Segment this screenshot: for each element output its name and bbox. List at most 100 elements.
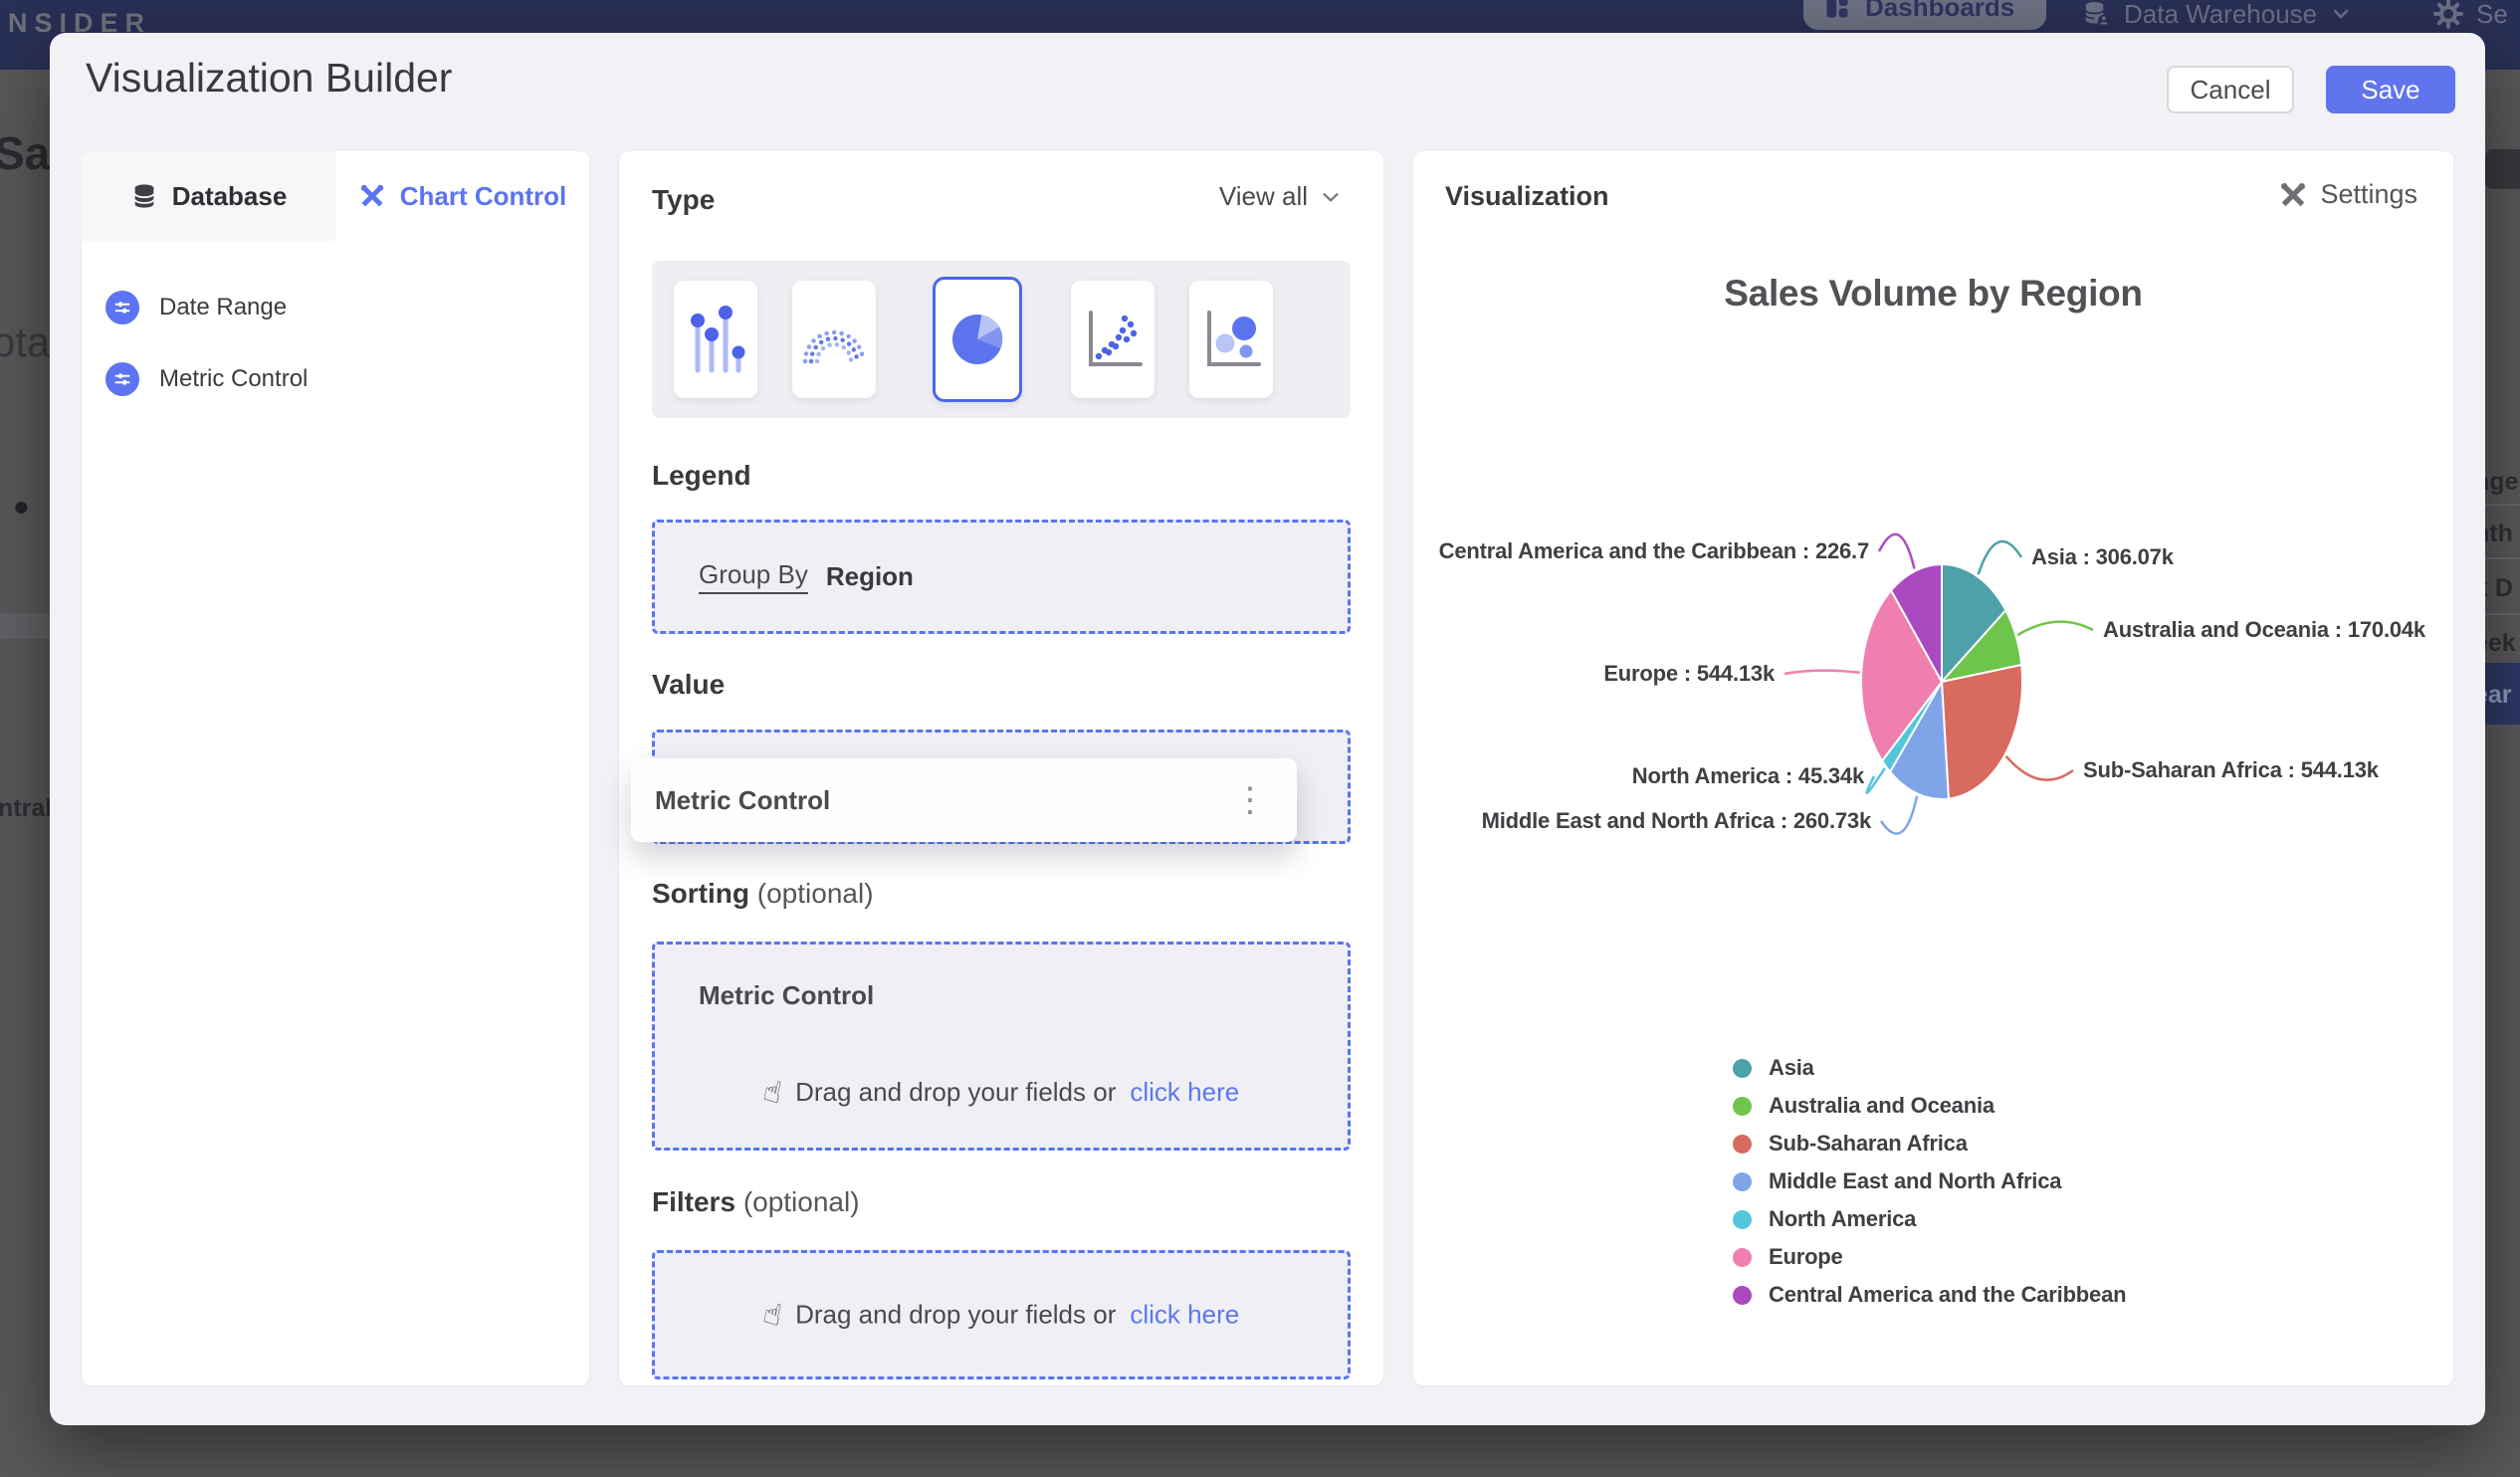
scatter-chart-icon [1089,311,1143,366]
gear-icon [2432,0,2464,30]
pie-leader-line [1879,795,1919,835]
nav-settings-label: Se [2476,0,2508,29]
sorting-drop-zone[interactable]: Metric Control ☝ Drag and drop your fiel… [652,942,1351,1151]
sorting-optional-label: (optional) [756,878,874,909]
pie-slice-2[interactable] [1940,663,2024,800]
save-button[interactable]: Save [2326,66,2455,113]
nav-data-warehouse[interactable]: Data Warehouse [2082,0,2353,34]
pie-leader-line [1977,539,2023,575]
legend-row[interactable]: Middle East and North Africa [1733,1162,2126,1200]
legend-row[interactable]: Sub-Saharan Africa [1733,1125,2126,1162]
sidebar-item-metric-control[interactable]: Metric Control [105,362,308,396]
chart-type-lollipop[interactable] [674,281,757,398]
pie-callout-label: Sub-Saharan Africa : 544.13k [2083,757,2379,782]
pie-leader-line [1784,669,1860,676]
pie-callout-label: Middle East and North Africa : 260.73k [1481,808,1872,833]
dashboard-grid-icon [1826,0,1848,18]
legend-dot-icon [1733,1171,1752,1191]
warehouse-database-icon [2084,2,2110,26]
legend-row[interactable]: Europe [1733,1238,2126,1276]
modal-title: Visualization Builder [86,55,453,101]
filters-drop-zone[interactable]: ☝ Drag and drop your fields or click her… [652,1250,1351,1379]
legend-dot-icon [1733,1134,1752,1154]
pie-chart-icon [952,315,1003,364]
legend-dot-icon [1733,1096,1752,1116]
chart-type-scatter[interactable] [1071,281,1155,398]
click-here-link[interactable]: click here [1130,1077,1239,1108]
chart-legend: Asia Australia and Oceania Sub-Saharan Afr… [1733,1049,2127,1314]
legend-dot-icon [1733,1285,1752,1305]
drop-hint-text: Drag and drop your fields or [795,1299,1117,1330]
visualization-panel: Visualization Settings Sales Volume by R… [1413,151,2453,1385]
chart-type-pie[interactable] [933,277,1022,402]
sliders-icon [105,362,139,396]
tab-chart-control-label: Chart Control [399,180,567,211]
chart-type-bubble[interactable] [1189,281,1273,398]
legend-label: North America [1769,1206,1917,1231]
filters-optional-label: (optional) [742,1186,860,1217]
legend-drop-zone[interactable]: Group By Region [652,520,1351,634]
dragged-field-chip[interactable]: Metric Control ⋮ [631,758,1297,842]
sliders-icon [105,291,139,324]
chart-type-arc-dots[interactable] [792,281,876,398]
nav-data-warehouse-label: Data Warehouse [2124,0,2318,29]
click-here-link[interactable]: click here [1130,1300,1239,1331]
pie-callout-label: Australia and Oceania : 170.04k [2103,617,2425,642]
legend-dot-icon [1733,1209,1752,1229]
tools-icon [360,184,383,207]
group-by-value: Region [825,561,914,591]
tab-database-label: Database [171,180,288,211]
pie-callout-label: Europe : 544.13k [1603,661,1775,686]
legend-row[interactable]: Australia and Oceania [1733,1087,2126,1125]
dragged-field-label: Metric Control [655,784,831,815]
legend-label: Central America and the Caribbean [1769,1282,2127,1307]
pie-callout-label: North America : 45.34k [1631,763,1864,788]
legend-row[interactable]: Central America and the Caribbean [1733,1276,2127,1314]
nav-settings[interactable]: Se [2432,0,2508,34]
pie-leader-line [2004,754,2074,781]
visualization-builder-modal: Visualization Builder Cancel Save Databa… [50,33,2485,1425]
legend-dot-icon [1733,1058,1752,1078]
pie-leader-line [1865,767,1886,794]
view-all-button[interactable]: View all [1219,181,1344,212]
cancel-button[interactable]: Cancel [2167,66,2294,113]
pie-callout-label: Central America and the Caribbean : 226.… [1438,538,1870,563]
value-drop-zone[interactable]: Metric Control ⋮ Metric Control ⋮ [631,730,1351,844]
group-by-label[interactable]: Group By [699,559,808,594]
sorting-heading-label: Sorting [652,878,749,909]
sorting-heading: Sorting (optional) [652,878,874,910]
chevron-down-icon [2333,9,2349,19]
builder-panel: Type View all Legend Group By Region Val… [619,151,1383,1385]
legend-label: Sub-Saharan Africa [1769,1131,1968,1156]
view-all-label: View all [1218,181,1308,211]
nav-dashboards[interactable]: Dashboards [1803,0,2046,30]
sidebar-item-label: Date Range [159,294,288,320]
tap-hand-icon: ☝ [759,1295,785,1335]
kebab-menu-icon[interactable]: ⋮ [1233,783,1267,817]
legend-label: Asia [1769,1055,1814,1080]
legend-row[interactable]: Asia [1733,1049,2126,1087]
tab-database[interactable]: Database [82,151,335,241]
tap-hand-icon: ☝ [759,1073,785,1112]
legend-heading: Legend [652,460,751,491]
legend-label: Middle East and North Africa [1769,1168,2062,1193]
dimmed-text-fragment: ntral [0,794,53,822]
legend-dot-icon [1733,1247,1752,1267]
arc-dots-chart-icon [802,329,866,364]
tab-chart-control[interactable]: Chart Control [335,151,589,241]
pie-leader-line [1877,532,1916,569]
value-heading: Value [652,669,726,700]
filters-heading: Filters (optional) [652,1186,860,1218]
sidebar-item-date-range[interactable]: Date Range [105,291,287,324]
dimmed-text-fragment: • [14,484,29,530]
pie-leader-line [2016,620,2094,637]
legend-row[interactable]: North America [1733,1200,2126,1238]
fields-tabs: Database Chart Control [82,151,589,241]
nav-dashboards-label: Dashboards [1865,0,2015,22]
chevron-down-icon [1323,192,1339,202]
dimmed-panel-corner [2485,149,2520,189]
sorting-field-label: Metric Control [699,980,875,1010]
filters-heading-label: Filters [652,1186,736,1217]
pie-callout-label: Asia : 306.07k [2031,544,2174,569]
sidebar-item-label: Metric Control [159,365,309,392]
